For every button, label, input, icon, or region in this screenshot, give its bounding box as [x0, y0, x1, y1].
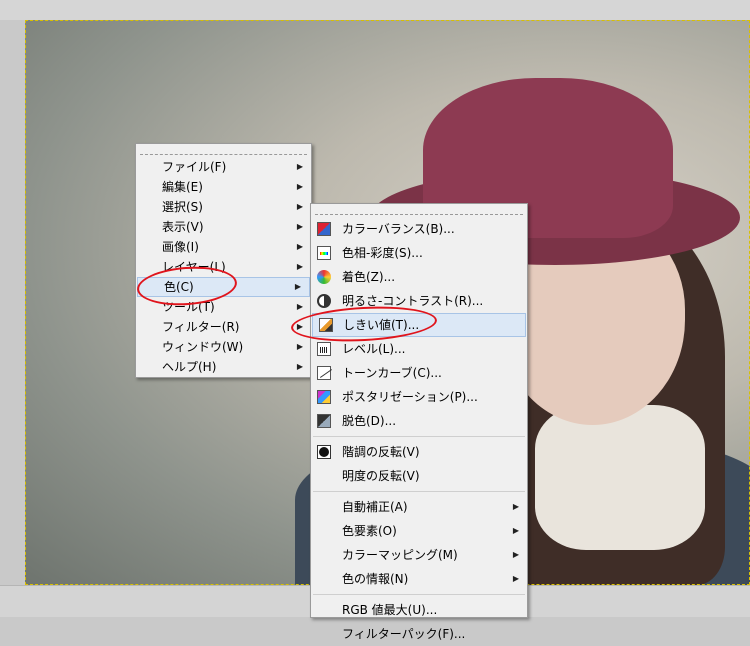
menu-item-view[interactable]: 表示(V) ▶	[136, 217, 311, 237]
menu-item-colorize[interactable]: 着色(Z)...	[311, 265, 527, 289]
menu-item-label: ヘルプ(H)	[162, 360, 217, 374]
menu-item-label: 明度の反転(V)	[342, 469, 420, 483]
menu-item-label: ポスタリゼーション(P)...	[342, 390, 478, 404]
menu-item-label: フィルターパック(F)...	[342, 627, 466, 641]
submenu-arrow-icon: ▶	[296, 302, 303, 311]
menu-separator	[313, 491, 525, 492]
menu-item-label: 色相-彩度(S)...	[342, 246, 423, 260]
menu-item-label: 編集(E)	[162, 180, 203, 194]
menu-item-label: レベル(L)...	[342, 342, 406, 356]
menu-item-label: 表示(V)	[162, 220, 204, 234]
menu-item-posterize[interactable]: ポスタリゼーション(P)...	[311, 385, 527, 409]
submenu-arrow-icon: ▶	[296, 182, 303, 191]
menu-item-hue-saturation[interactable]: 色相-彩度(S)...	[311, 241, 527, 265]
menu-item-label: ウィンドウ(W)	[162, 340, 244, 354]
menu-item-label: 色要素(O)	[342, 524, 397, 538]
menu-item-label: 着色(Z)...	[342, 270, 396, 284]
canvas-ruler-area	[0, 0, 750, 20]
menu-item-filter-pack[interactable]: フィルターパック(F)...	[311, 622, 527, 646]
menu-item-curves[interactable]: トーンカーブ(C)...	[311, 361, 527, 385]
menu-item-map[interactable]: カラーマッピング(M) ▶	[311, 543, 527, 567]
submenu-arrow-icon: ▶	[296, 242, 303, 251]
submenu-arrow-icon: ▶	[512, 526, 519, 535]
menu-item-select[interactable]: 選択(S) ▶	[136, 197, 311, 217]
submenu-arrow-icon: ▶	[296, 342, 303, 351]
menu-item-label: 選択(S)	[162, 200, 203, 214]
menu-item-label: トーンカーブ(C)...	[342, 366, 442, 380]
submenu-arrow-icon: ▶	[296, 362, 303, 371]
menu-item-label: 脱色(D)...	[342, 414, 397, 428]
menu-item-help[interactable]: ヘルプ(H) ▶	[136, 357, 311, 377]
menu-item-image[interactable]: 画像(I) ▶	[136, 237, 311, 257]
invert-icon	[317, 445, 331, 459]
menu-item-label: 自動補正(A)	[342, 500, 408, 514]
submenu-arrow-icon: ▶	[296, 262, 303, 271]
color-balance-icon	[317, 222, 331, 236]
submenu-arrow-icon: ▶	[294, 282, 301, 291]
submenu-arrow-icon: ▶	[296, 222, 303, 231]
menu-separator	[313, 594, 525, 595]
menu-item-label: 階調の反転(V)	[342, 445, 420, 459]
colorize-icon	[317, 270, 331, 284]
menu-item-filters[interactable]: フィルター(R) ▶	[136, 317, 311, 337]
menu-item-label: RGB 値最大(U)...	[342, 603, 438, 617]
menu-item-file[interactable]: ファイル(F) ▶	[136, 157, 311, 177]
photo-scarf	[535, 405, 705, 550]
menu-item-max-rgb[interactable]: RGB 値最大(U)...	[311, 598, 527, 622]
curves-icon	[317, 366, 331, 380]
levels-icon	[317, 342, 331, 356]
menu-item-color-balance[interactable]: カラーバランス(B)...	[311, 217, 527, 241]
menu-separator	[313, 436, 525, 437]
desaturate-icon	[317, 414, 331, 428]
posterize-icon	[317, 390, 331, 404]
submenu-arrow-icon: ▶	[296, 202, 303, 211]
menu-tearoff[interactable]	[140, 146, 307, 155]
menu-item-invert[interactable]: 階調の反転(V)	[311, 440, 527, 464]
menu-item-label: 画像(I)	[162, 240, 199, 254]
submenu-arrow-icon: ▶	[512, 502, 519, 511]
image-context-menu: ファイル(F) ▶ 編集(E) ▶ 選択(S) ▶ 表示(V) ▶ 画像(I) ▶ レイヤ…	[135, 143, 312, 378]
submenu-arrow-icon: ▶	[512, 574, 519, 583]
submenu-arrow-icon: ▶	[512, 550, 519, 559]
menu-item-auto[interactable]: 自動補正(A) ▶	[311, 495, 527, 519]
brightness-contrast-icon	[317, 294, 331, 308]
menu-item-label: ファイル(F)	[162, 160, 227, 174]
menu-item-label: 明るさ-コントラスト(R)...	[342, 294, 484, 308]
menu-tearoff[interactable]	[315, 206, 523, 215]
menu-item-label: カラーバランス(B)...	[342, 222, 455, 236]
menu-item-label: 色の情報(N)	[342, 572, 409, 586]
menu-item-value-invert[interactable]: 明度の反転(V)	[311, 464, 527, 488]
menu-item-label: カラーマッピング(M)	[342, 548, 458, 562]
menu-item-info[interactable]: 色の情報(N) ▶	[311, 567, 527, 591]
submenu-arrow-icon: ▶	[296, 162, 303, 171]
hue-saturation-icon	[317, 246, 331, 260]
menu-item-components[interactable]: 色要素(O) ▶	[311, 519, 527, 543]
menu-item-desaturate[interactable]: 脱色(D)...	[311, 409, 527, 433]
menu-item-windows[interactable]: ウィンドウ(W) ▶	[136, 337, 311, 357]
menu-item-label: フィルター(R)	[162, 320, 240, 334]
menu-item-edit[interactable]: 編集(E) ▶	[136, 177, 311, 197]
colors-submenu: カラーバランス(B)... 色相-彩度(S)... 着色(Z)... 明るさ-コ…	[310, 203, 528, 641]
